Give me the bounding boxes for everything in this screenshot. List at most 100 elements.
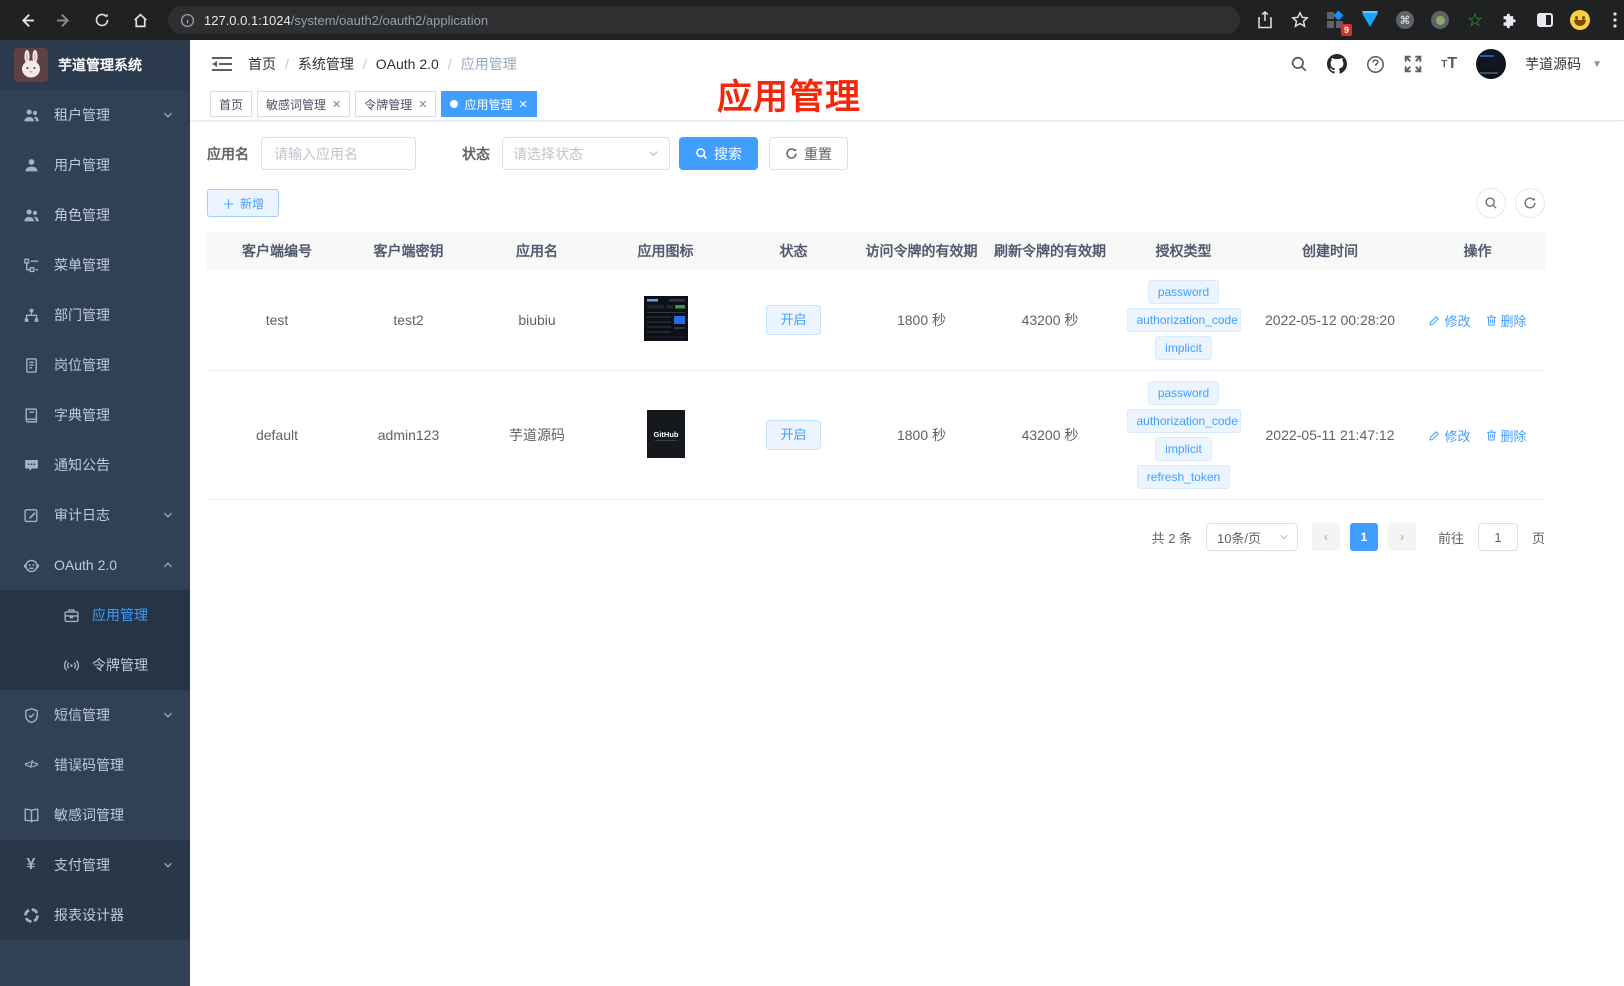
close-icon[interactable]: ✕ [519,98,528,111]
fullscreen-icon[interactable] [1404,55,1422,73]
font-size-icon[interactable]: TT [1441,55,1457,73]
delete-link[interactable]: 删除 [1485,311,1527,330]
tab-app[interactable]: 应用管理 ✕ [441,91,537,117]
sidebar-item-sms[interactable]: 短信管理 [0,690,190,740]
app-name-input[interactable] [261,137,416,170]
help-icon[interactable] [1366,55,1385,74]
page-size-select[interactable]: 10条/页 [1205,523,1298,551]
prev-page-button[interactable]: ‹ [1311,523,1340,551]
sidebar-item-oauth2-token[interactable]: 令牌管理 [0,640,190,690]
sidebar-item-tenant[interactable]: 租户管理 [0,90,190,140]
current-page-button[interactable]: 1 [1349,523,1378,551]
goto-label: 前往 [1437,530,1464,546]
sidebar-item-oauth2-app[interactable]: 应用管理 [0,590,190,640]
site-info-icon[interactable] [180,13,195,28]
sidebar-item-pay[interactable]: ¥ 支付管理 [0,840,190,890]
back-icon[interactable] [12,6,40,34]
side-panel-icon[interactable] [1534,9,1556,31]
tab-label: 敏感词管理 [266,97,327,112]
toggle-search-button[interactable] [1476,188,1506,218]
forward-icon[interactable] [50,6,78,34]
profile-avatar-icon[interactable] [1569,9,1591,31]
sidebar-item-user[interactable]: 用户管理 [0,140,190,190]
sidebar-item-dept[interactable]: 部门管理 [0,290,190,340]
plus-icon: ＋ [222,196,236,212]
github-icon[interactable] [1327,54,1348,74]
user-menu-caret-icon[interactable]: ▼ [1592,59,1602,70]
cell-client-secret: test2 [393,312,424,328]
column-header: 刷新令牌的有效期 [994,243,1106,259]
reset-button[interactable]: 重置 [769,137,848,170]
sidebar-item-sensitive[interactable]: 敏感词管理 [0,790,190,840]
status-select[interactable]: 请选择状态 [502,137,670,170]
breadcrumb-item[interactable]: 系统管理 [298,54,354,74]
home-icon[interactable] [126,6,154,34]
breadcrumb-item[interactable]: 首页 [248,54,276,74]
collapse-sidebar-icon[interactable] [212,55,232,73]
cell-access-ttl: 1800 秒 [896,427,947,443]
extension-recorder-icon[interactable] [1429,9,1451,31]
sidebar-item-report[interactable]: 报表设计器 [0,890,190,940]
briefcase-icon [62,607,80,624]
extension-gem-icon[interactable] [1359,9,1381,31]
cell-app-name: 芋道源码 [509,427,565,443]
tab-home[interactable]: 首页 [210,91,253,117]
signal-icon [62,657,80,674]
edit-link[interactable]: 修改 [1428,311,1471,330]
status-select-placeholder: 请选择状态 [513,145,583,162]
breadcrumb-separator: / [447,56,452,72]
report-icon [22,907,40,924]
next-page-button[interactable]: › [1387,523,1416,551]
sidebar-item-menu[interactable]: 菜单管理 [0,240,190,290]
sidebar-item-errcode[interactable]: </> 错误码管理 [0,740,190,790]
sidebar-item-notice[interactable]: 通知公告 [0,440,190,490]
url-bar[interactable]: 127.0.0.1:1024/system/oauth2/oauth2/appl… [168,6,1240,34]
breadcrumb-item[interactable]: OAuth 2.0 [376,56,439,72]
app-logo-row[interactable]: 芋道管理系统 [0,40,190,90]
share-icon[interactable] [1254,9,1276,31]
extension-command-icon[interactable]: ⌘ [1394,9,1416,31]
add-button[interactable]: ＋ 新增 [207,189,280,217]
tab-sensitive[interactable]: 敏感词管理 ✕ [257,91,351,117]
page-unit: 页 [1531,530,1545,546]
extension-tag-manager-icon[interactable]: 9 [1324,9,1352,36]
username[interactable]: 芋道源码 [1525,54,1581,74]
sidebar-item-role[interactable]: 角色管理 [0,190,190,240]
search-button[interactable]: 搜索 [679,137,758,170]
code-icon: </> [24,759,39,771]
breadcrumb-separator: / [362,56,367,72]
chevron-down-icon [162,859,174,871]
grant-type-tag: password [1147,381,1220,405]
user-avatar[interactable] [1476,49,1507,79]
search-icon[interactable] [1290,55,1308,73]
tree-icon [22,257,40,274]
table-toolbar: ＋ 新增 [207,188,1545,218]
chrome-menu-icon[interactable] [1604,9,1624,31]
sidebar-item-oauth2[interactable]: OAuth 2.0 [0,540,190,590]
cell-app-name: biubiu [518,312,556,328]
edit-link[interactable]: 修改 [1428,426,1471,445]
extensions-puzzle-icon[interactable] [1499,9,1521,31]
sidebar-item-label: 租户管理 [54,107,110,123]
sidebar-item-post[interactable]: 岗位管理 [0,340,190,390]
extension-star-icon[interactable]: ☆ [1464,9,1486,31]
close-icon[interactable]: ✕ [418,98,427,111]
goto-page-input[interactable] [1477,523,1518,551]
status-badge: 开启 [766,420,821,450]
refresh-table-button[interactable] [1515,188,1545,218]
users-icon [22,107,40,124]
url-host: 127.0.0.1:1024 [204,12,291,28]
content: 应用名 状态 请选择状态 搜索 重置 [190,121,1624,551]
reload-icon[interactable] [88,6,116,34]
sidebar-item-label: 用户管理 [54,157,110,173]
sidebar-item-audit[interactable]: 审计日志 [0,490,190,540]
table-row: test test2 biubiu 开启 1800 秒 43200 秒 password au… [207,270,1545,371]
tab-token[interactable]: 令牌管理 ✕ [355,91,437,117]
delete-link[interactable]: 删除 [1485,426,1527,445]
close-icon[interactable]: ✕ [332,98,341,111]
sidebar-item-dict[interactable]: 字典管理 [0,390,190,440]
filter-form: 应用名 状态 请选择状态 搜索 重置 [207,137,1624,170]
sidebar-item-label: 角色管理 [54,207,110,223]
bookmark-star-icon[interactable] [1289,9,1311,31]
cell-refresh-ttl: 43200 秒 [1021,312,1079,328]
